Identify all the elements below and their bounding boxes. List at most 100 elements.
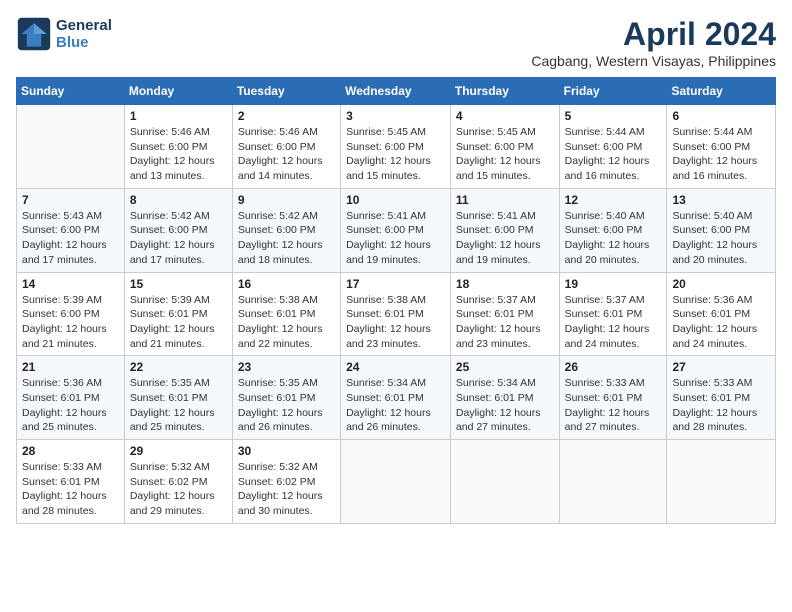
day-info: Sunrise: 5:33 AMSunset: 6:01 PMDaylight:…	[565, 376, 662, 435]
day-info: Sunrise: 5:35 AMSunset: 6:01 PMDaylight:…	[130, 376, 227, 435]
day-number: 19	[565, 277, 662, 291]
calendar-day-cell: 1 Sunrise: 5:46 AMSunset: 6:00 PMDaylight…	[124, 105, 232, 189]
day-number: 1	[130, 109, 227, 123]
day-info: Sunrise: 5:46 AMSunset: 6:00 PMDaylight:…	[238, 125, 335, 184]
calendar-day-cell: 15 Sunrise: 5:39 AMSunset: 6:01 PMDayligh…	[124, 272, 232, 356]
day-number: 17	[346, 277, 445, 291]
day-info: Sunrise: 5:39 AMSunset: 6:00 PMDaylight:…	[22, 293, 119, 352]
calendar-day-cell: 21Sunrise: 5:36 AMSunset: 6:01 PMDayligh…	[17, 356, 125, 440]
calendar-empty-cell	[17, 105, 125, 189]
day-info: Sunrise: 5:35 AMSunset: 6:01 PMDaylight:…	[238, 376, 335, 435]
day-info: Sunrise: 5:34 AMSunset: 6:01 PMDaylight:…	[346, 376, 445, 435]
day-number: 7	[22, 193, 119, 207]
day-number: 8	[130, 193, 227, 207]
calendar-day-cell: 30 Sunrise: 5:32 AMSunset: 6:02 PMDayligh…	[232, 440, 340, 524]
day-number: 11	[456, 193, 554, 207]
weekday-header: Tuesday	[232, 78, 340, 105]
calendar-day-cell: 3 Sunrise: 5:45 AMSunset: 6:00 PMDaylight…	[341, 105, 451, 189]
weekday-header: Wednesday	[341, 78, 451, 105]
day-number: 2	[238, 109, 335, 123]
page-header: General Blue April 2024 Cagbang, Western…	[16, 16, 776, 69]
weekday-header: Friday	[559, 78, 667, 105]
calendar-day-cell: 2 Sunrise: 5:46 AMSunset: 6:00 PMDaylight…	[232, 105, 340, 189]
day-info: Sunrise: 5:42 AMSunset: 6:00 PMDaylight:…	[130, 209, 227, 268]
calendar-day-cell: 7 Sunrise: 5:43 AMSunset: 6:00 PMDaylight…	[17, 188, 125, 272]
calendar-day-cell: 11 Sunrise: 5:41 AMSunset: 6:00 PMDayligh…	[450, 188, 559, 272]
day-info: Sunrise: 5:34 AMSunset: 6:01 PMDaylight:…	[456, 376, 554, 435]
calendar-empty-cell	[341, 440, 451, 524]
calendar-day-cell: 26Sunrise: 5:33 AMSunset: 6:01 PMDayligh…	[559, 356, 667, 440]
day-number: 22	[130, 360, 227, 374]
day-info: Sunrise: 5:37 AMSunset: 6:01 PMDaylight:…	[456, 293, 554, 352]
calendar-day-cell: 22 Sunrise: 5:35 AMSunset: 6:01 PMDayligh…	[124, 356, 232, 440]
day-number: 25	[456, 360, 554, 374]
calendar-day-cell: 29Sunrise: 5:32 AMSunset: 6:02 PMDayligh…	[124, 440, 232, 524]
calendar-day-cell: 28Sunrise: 5:33 AMSunset: 6:01 PMDayligh…	[17, 440, 125, 524]
calendar-day-cell: 4 Sunrise: 5:45 AMSunset: 6:00 PMDaylight…	[450, 105, 559, 189]
calendar-day-cell: 13 Sunrise: 5:40 AMSunset: 6:00 PMDayligh…	[667, 188, 776, 272]
day-info: Sunrise: 5:38 AMSunset: 6:01 PMDaylight:…	[346, 293, 445, 352]
day-info: Sunrise: 5:45 AMSunset: 6:00 PMDaylight:…	[456, 125, 554, 184]
day-info: Sunrise: 5:43 AMSunset: 6:00 PMDaylight:…	[22, 209, 119, 268]
day-number: 29	[130, 444, 227, 458]
calendar-day-cell: 18 Sunrise: 5:37 AMSunset: 6:01 PMDayligh…	[450, 272, 559, 356]
calendar-day-cell: 9 Sunrise: 5:42 AMSunset: 6:00 PMDaylight…	[232, 188, 340, 272]
day-number: 9	[238, 193, 335, 207]
day-info: Sunrise: 5:38 AMSunset: 6:01 PMDaylight:…	[238, 293, 335, 352]
weekday-header: Saturday	[667, 78, 776, 105]
calendar-day-cell: 20Sunrise: 5:36 AMSunset: 6:01 PMDayligh…	[667, 272, 776, 356]
calendar-table: SundayMondayTuesdayWednesdayThursdayFrid…	[16, 77, 776, 524]
calendar-day-cell: 6Sunrise: 5:44 AMSunset: 6:00 PMDaylight…	[667, 105, 776, 189]
day-number: 6	[672, 109, 770, 123]
day-info: Sunrise: 5:41 AMSunset: 6:00 PMDaylight:…	[456, 209, 554, 268]
weekday-header: Monday	[124, 78, 232, 105]
calendar-day-cell: 10 Sunrise: 5:41 AMSunset: 6:00 PMDayligh…	[341, 188, 451, 272]
day-info: Sunrise: 5:39 AMSunset: 6:01 PMDaylight:…	[130, 293, 227, 352]
month-year-title: April 2024	[531, 16, 776, 53]
calendar-week-row: 21Sunrise: 5:36 AMSunset: 6:01 PMDayligh…	[17, 356, 776, 440]
calendar-day-cell: 8 Sunrise: 5:42 AMSunset: 6:00 PMDaylight…	[124, 188, 232, 272]
day-number: 3	[346, 109, 445, 123]
calendar-week-row: 14 Sunrise: 5:39 AMSunset: 6:00 PMDayligh…	[17, 272, 776, 356]
day-number: 15	[130, 277, 227, 291]
day-info: Sunrise: 5:36 AMSunset: 6:01 PMDaylight:…	[672, 293, 770, 352]
calendar-day-cell: 14 Sunrise: 5:39 AMSunset: 6:00 PMDayligh…	[17, 272, 125, 356]
logo-icon	[16, 16, 52, 52]
calendar-empty-cell	[450, 440, 559, 524]
day-number: 5	[565, 109, 662, 123]
calendar-empty-cell	[667, 440, 776, 524]
day-number: 16	[238, 277, 335, 291]
day-number: 4	[456, 109, 554, 123]
calendar-week-row: 28Sunrise: 5:33 AMSunset: 6:01 PMDayligh…	[17, 440, 776, 524]
day-info: Sunrise: 5:32 AMSunset: 6:02 PMDaylight:…	[238, 460, 335, 519]
day-info: Sunrise: 5:36 AMSunset: 6:01 PMDaylight:…	[22, 376, 119, 435]
calendar-week-row: 1 Sunrise: 5:46 AMSunset: 6:00 PMDaylight…	[17, 105, 776, 189]
day-info: Sunrise: 5:41 AMSunset: 6:00 PMDaylight:…	[346, 209, 445, 268]
calendar-week-row: 7 Sunrise: 5:43 AMSunset: 6:00 PMDaylight…	[17, 188, 776, 272]
day-number: 13	[672, 193, 770, 207]
calendar-day-cell: 24 Sunrise: 5:34 AMSunset: 6:01 PMDayligh…	[341, 356, 451, 440]
calendar-day-cell: 16 Sunrise: 5:38 AMSunset: 6:01 PMDayligh…	[232, 272, 340, 356]
day-info: Sunrise: 5:40 AMSunset: 6:00 PMDaylight:…	[672, 209, 770, 268]
day-info: Sunrise: 5:33 AMSunset: 6:01 PMDaylight:…	[672, 376, 770, 435]
calendar-day-cell: 23Sunrise: 5:35 AMSunset: 6:01 PMDayligh…	[232, 356, 340, 440]
weekday-header: Thursday	[450, 78, 559, 105]
calendar-header-row: SundayMondayTuesdayWednesdayThursdayFrid…	[17, 78, 776, 105]
calendar-day-cell: 27Sunrise: 5:33 AMSunset: 6:01 PMDayligh…	[667, 356, 776, 440]
logo-text: General Blue	[56, 17, 112, 51]
calendar-day-cell: 19 Sunrise: 5:37 AMSunset: 6:01 PMDayligh…	[559, 272, 667, 356]
calendar-day-cell: 5Sunrise: 5:44 AMSunset: 6:00 PMDaylight…	[559, 105, 667, 189]
day-info: Sunrise: 5:37 AMSunset: 6:01 PMDaylight:…	[565, 293, 662, 352]
day-info: Sunrise: 5:46 AMSunset: 6:00 PMDaylight:…	[130, 125, 227, 184]
day-number: 18	[456, 277, 554, 291]
day-number: 24	[346, 360, 445, 374]
day-number: 14	[22, 277, 119, 291]
day-info: Sunrise: 5:42 AMSunset: 6:00 PMDaylight:…	[238, 209, 335, 268]
weekday-header: Sunday	[17, 78, 125, 105]
day-info: Sunrise: 5:33 AMSunset: 6:01 PMDaylight:…	[22, 460, 119, 519]
location-subtitle: Cagbang, Western Visayas, Philippines	[531, 53, 776, 69]
calendar-day-cell: 17 Sunrise: 5:38 AMSunset: 6:01 PMDayligh…	[341, 272, 451, 356]
day-number: 30	[238, 444, 335, 458]
day-info: Sunrise: 5:45 AMSunset: 6:00 PMDaylight:…	[346, 125, 445, 184]
day-number: 10	[346, 193, 445, 207]
